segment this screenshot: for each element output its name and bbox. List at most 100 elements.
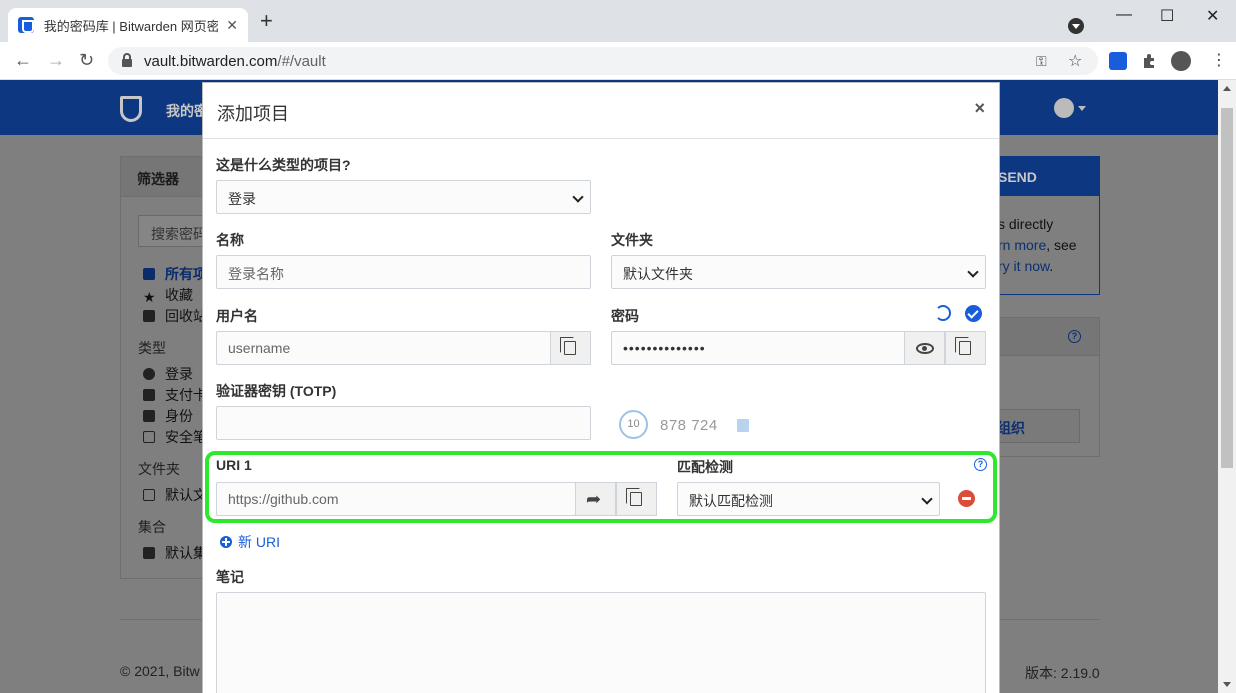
copyright-text: © 2021, Bitw (120, 663, 200, 679)
close-window-button[interactable]: ✕ (1206, 6, 1219, 26)
copy-icon (560, 337, 576, 355)
grid-icon (143, 268, 155, 280)
new-organization-button[interactable]: 组织 (996, 409, 1080, 443)
globe-icon (143, 368, 155, 380)
organizations-panel: ? 组织 (996, 317, 1100, 457)
forward-icon[interactable]: → (47, 51, 65, 69)
sidebar-item-identity[interactable]: 身份 (143, 406, 193, 426)
extensions-puzzle-icon[interactable] (1141, 52, 1159, 70)
back-icon[interactable]: ← (14, 51, 32, 69)
note-icon (143, 431, 155, 443)
password-input[interactable]: •••••••••••••• (611, 331, 906, 365)
scroll-down-icon[interactable] (1223, 682, 1231, 687)
scroll-up-icon[interactable] (1223, 86, 1231, 91)
username-input[interactable]: username (216, 331, 551, 365)
modal-header: 添加项目 × (203, 83, 999, 139)
sidebar-group-collections: 集合 (138, 519, 166, 535)
folder-label: 文件夹 (611, 232, 653, 248)
eye-icon (916, 343, 934, 354)
star-icon: ★ (143, 289, 156, 305)
folder-icon (143, 489, 155, 501)
user-account-icon[interactable] (1054, 98, 1074, 118)
page-scrollbar[interactable] (1218, 80, 1236, 693)
send-promo-panel: SEND s directly rn more, see ry it now. (998, 156, 1100, 295)
modal-title: 添加项目 (217, 104, 289, 124)
share-arrow-icon: ➦ (586, 489, 602, 509)
match-detection-select[interactable]: 默认匹配检测 (677, 482, 940, 516)
copy-username-button[interactable] (550, 331, 591, 365)
bitwarden-logo-icon (120, 96, 142, 122)
maximize-button[interactable]: ☐ (1160, 6, 1174, 26)
lock-icon (122, 53, 132, 67)
minimize-button[interactable]: — (1116, 6, 1132, 24)
bitwarden-extension-icon[interactable] (1109, 52, 1127, 70)
browser-tab[interactable]: 我的密码库 | Bitwarden 网页密码 ✕ (8, 8, 248, 42)
new-uri-link[interactable]: 新 URI (220, 532, 280, 552)
send-header: SEND (998, 157, 1099, 196)
totp-countdown: 10 (619, 410, 648, 439)
copy-password-button[interactable] (945, 331, 986, 365)
browser-tabstrip: 我的密码库 | Bitwarden 网页密码 ✕ + — ☐ ✕ (0, 0, 1236, 42)
filters-sidebar: 筛选器 搜索密码 所有项 ★ 收藏 回收站 类型 登录 支付卡 身份 安全笔 文件… (120, 156, 208, 579)
sidebar-item-secure-note[interactable]: 安全笔 (143, 427, 207, 447)
send-text-line1: s directly (998, 216, 1054, 232)
tab-close-icon[interactable]: ✕ (226, 17, 238, 34)
url-text: vault.bitwarden.com/#/vault (144, 52, 326, 70)
vault-search-input[interactable]: 搜索密码 (138, 215, 208, 247)
copy-uri-button[interactable] (616, 482, 657, 516)
toggle-password-visibility-button[interactable] (904, 331, 945, 365)
help-icon[interactable]: ? (1068, 330, 1081, 343)
copy-icon (955, 337, 971, 355)
bookmark-star-icon[interactable]: ☆ (1068, 51, 1082, 71)
name-input[interactable]: 登录名称 (216, 255, 591, 289)
password-label: 密码 (611, 308, 639, 324)
sidebar-group-folders: 文件夹 (138, 461, 180, 477)
generate-password-icon[interactable] (935, 305, 951, 321)
send-text-line2: rn more, see (998, 237, 1077, 253)
launch-uri-button[interactable]: ➦ (575, 482, 616, 516)
chrome-menu-icon[interactable]: ⋮ (1211, 50, 1229, 69)
match-detection-label: 匹配检测 (677, 459, 733, 475)
reload-icon[interactable]: ↻ (79, 51, 94, 69)
sidebar-item-favorites[interactable]: ★ 收藏 (143, 285, 193, 305)
sidebar-item-collection-default[interactable]: 默认集 (143, 543, 207, 563)
tab-search-icon[interactable] (1068, 18, 1084, 34)
item-type-select[interactable]: 登录 (216, 180, 591, 214)
try-it-now-link[interactable]: ry it now (998, 258, 1049, 274)
new-tab-button[interactable]: + (260, 10, 273, 32)
name-label: 名称 (216, 232, 244, 248)
id-card-icon (143, 410, 155, 422)
item-type-label: 这是什么类型的项目? (216, 157, 351, 173)
totp-input[interactable] (216, 406, 591, 440)
folder-select[interactable]: 默认文件夹 (611, 255, 986, 289)
uri-input[interactable]: https://github.com (216, 482, 576, 516)
totp-code: 878 724 (660, 417, 718, 434)
plus-circle-icon (220, 536, 232, 548)
uri-label: URI 1 (216, 457, 252, 473)
totp-label: 验证器密钥 (TOTP) (216, 383, 337, 399)
notes-label: 笔记 (216, 569, 244, 585)
sidebar-item-all[interactable]: 所有项 (143, 264, 207, 284)
copy-totp-icon[interactable] (737, 419, 749, 432)
key-icon[interactable]: ⚿ (1036, 53, 1047, 70)
sidebar-group-types: 类型 (138, 340, 166, 356)
scrollbar-thumb[interactable] (1221, 108, 1233, 468)
notes-textarea[interactable] (216, 592, 986, 693)
username-label: 用户名 (216, 308, 258, 324)
sidebar-item-card[interactable]: 支付卡 (143, 385, 207, 405)
modal-close-button[interactable]: × (974, 98, 985, 119)
caret-down-icon (1078, 106, 1086, 111)
sidebar-item-folder-default[interactable]: 默认文 (143, 485, 207, 505)
bitwarden-favicon-icon (18, 17, 34, 33)
profile-avatar-icon[interactable] (1171, 51, 1191, 71)
check-password-icon[interactable] (965, 305, 982, 322)
learn-more-link[interactable]: rn more (998, 237, 1046, 253)
sidebar-item-login[interactable]: 登录 (143, 364, 193, 384)
send-text-line3: ry it now. (998, 258, 1054, 274)
sidebar-item-trash[interactable]: 回收站 (143, 306, 207, 326)
cube-icon (143, 547, 155, 559)
address-bar[interactable]: vault.bitwarden.com/#/vault ⚿ ☆ (108, 47, 1098, 75)
match-help-icon[interactable]: ? (974, 458, 987, 471)
remove-uri-icon[interactable] (958, 490, 975, 507)
credit-card-icon (143, 389, 155, 401)
